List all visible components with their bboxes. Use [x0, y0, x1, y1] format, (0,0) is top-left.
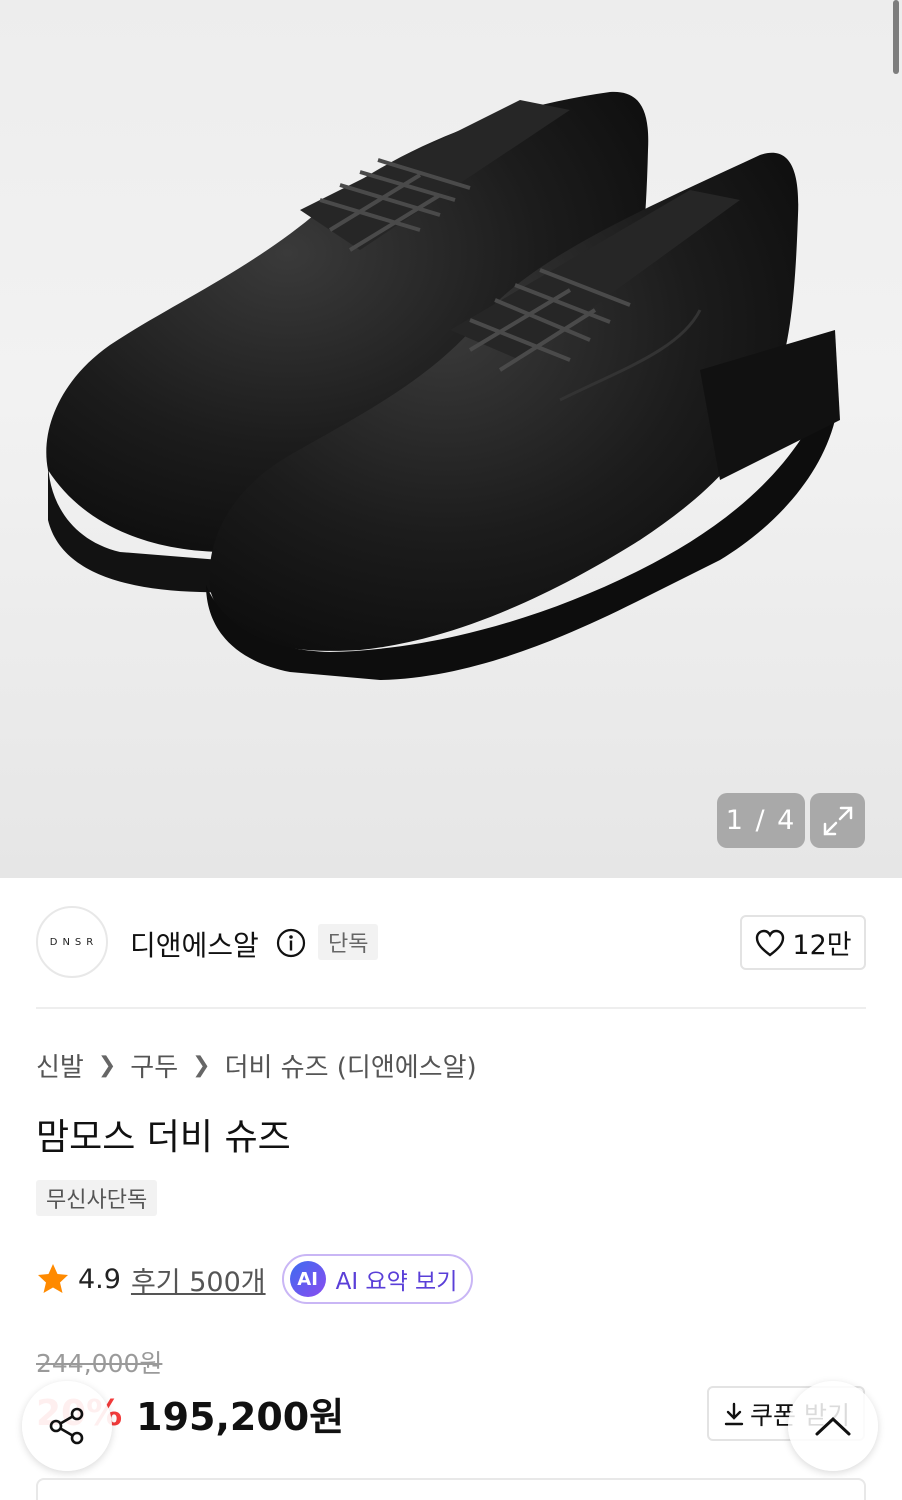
heart-icon	[756, 929, 785, 957]
product-title: 맘모스 더비 슈즈	[36, 1117, 291, 1158]
star-icon	[38, 1264, 68, 1293]
original-price: 244,000원	[36, 1349, 163, 1378]
expand-icon	[823, 806, 852, 835]
info-icon[interactable]	[276, 928, 306, 958]
product-tag: 무신사단독	[36, 1180, 158, 1216]
like-count: 12만	[792, 930, 852, 961]
breadcrumb-item-derby[interactable]: 더비 슈즈 (디앤에스알)	[225, 1047, 477, 1084]
next-section-card	[36, 1478, 866, 1500]
breadcrumb-item-shoes[interactable]: 신발	[36, 1047, 84, 1084]
download-icon	[724, 1402, 744, 1425]
share-icon	[49, 1407, 84, 1445]
scrollbar[interactable]	[893, 0, 899, 74]
ai-summary-button[interactable]: AI AI 요약 보기	[281, 1254, 474, 1304]
review-count-link[interactable]: 후기 500개	[131, 1260, 266, 1299]
final-price: 195,200원	[136, 1394, 345, 1439]
like-button[interactable]: 12만	[740, 915, 866, 970]
breadcrumb-item-dress-shoes[interactable]: 구두	[130, 1047, 178, 1084]
ai-badge-icon: AI	[289, 1261, 326, 1297]
image-counter: 1 / 4	[717, 793, 805, 848]
brand-name[interactable]: 디앤에스알	[130, 924, 259, 964]
breadcrumb: 신발 ❯ 구두 ❯ 더비 슈즈 (디앤에스알)	[36, 1047, 477, 1084]
rating-score: 4.9	[78, 1263, 121, 1295]
chevron-up-icon	[815, 1416, 851, 1436]
chevron-right-icon: ❯	[97, 1053, 117, 1078]
chevron-right-icon: ❯	[192, 1053, 211, 1078]
exclusive-badge: 단독	[318, 924, 379, 960]
ai-summary-label: AI 요약 보기	[335, 1269, 458, 1295]
expand-button[interactable]	[810, 793, 865, 848]
scroll-top-button[interactable]	[788, 1381, 878, 1471]
rating-row: 4.9 후기 500개 AI AI 요약 보기	[36, 1254, 474, 1304]
brand-row: DNSR 디앤에스알 단독 12만	[36, 906, 866, 980]
brand-logo[interactable]: DNSR	[36, 906, 108, 978]
product-image-gallery[interactable]: 1 / 4	[0, 0, 902, 878]
divider	[36, 1007, 866, 1009]
share-button[interactable]	[22, 1381, 112, 1471]
product-image	[46, 91, 840, 680]
